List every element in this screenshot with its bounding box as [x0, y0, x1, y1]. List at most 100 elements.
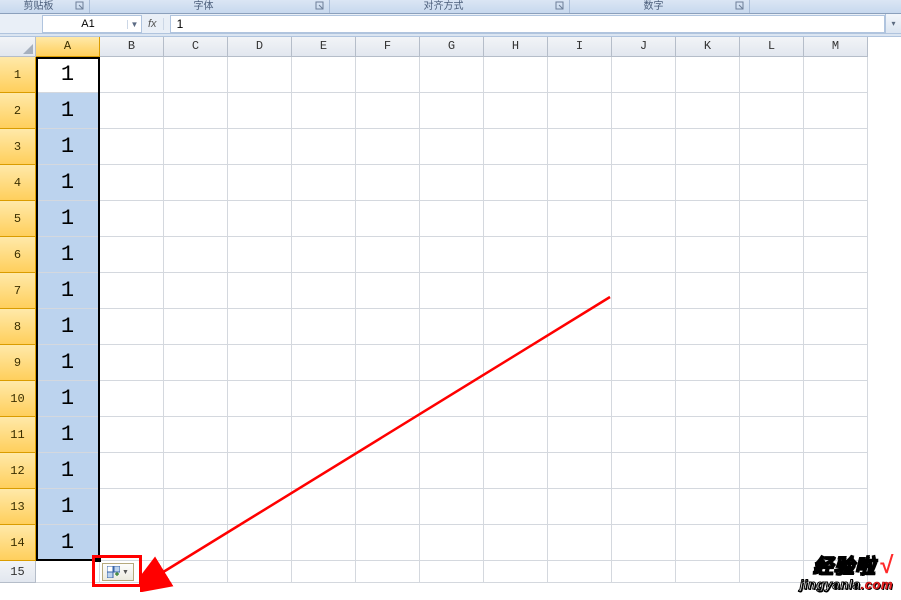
cell-A11[interactable]: 1	[36, 417, 100, 453]
cell[interactable]	[548, 345, 612, 381]
cell[interactable]	[356, 201, 420, 237]
cell[interactable]	[292, 561, 356, 583]
cell-A5[interactable]: 1	[36, 201, 100, 237]
cell[interactable]	[804, 561, 868, 583]
cell[interactable]	[292, 309, 356, 345]
cell[interactable]	[740, 129, 804, 165]
row-header[interactable]: 1	[0, 57, 36, 93]
cell[interactable]	[484, 417, 548, 453]
cell[interactable]	[228, 345, 292, 381]
cell[interactable]	[356, 345, 420, 381]
row-header[interactable]: 5	[0, 201, 36, 237]
cell-A13[interactable]: 1	[36, 489, 100, 525]
cells-area[interactable]: 1 1 1 1 1 1 1 1	[36, 57, 901, 600]
cell[interactable]	[356, 417, 420, 453]
cell[interactable]	[164, 273, 228, 309]
cell[interactable]	[292, 237, 356, 273]
cell[interactable]	[164, 93, 228, 129]
cell[interactable]	[484, 93, 548, 129]
cell[interactable]	[356, 381, 420, 417]
cell-A9[interactable]: 1	[36, 345, 100, 381]
cell[interactable]	[228, 165, 292, 201]
cell[interactable]	[420, 561, 484, 583]
cell[interactable]	[804, 237, 868, 273]
cell[interactable]	[356, 165, 420, 201]
cell[interactable]	[548, 201, 612, 237]
cell[interactable]	[228, 57, 292, 93]
cell[interactable]	[804, 489, 868, 525]
cell[interactable]	[612, 273, 676, 309]
cell[interactable]	[676, 57, 740, 93]
cell[interactable]	[612, 93, 676, 129]
cell[interactable]	[484, 57, 548, 93]
cell[interactable]	[548, 489, 612, 525]
cell[interactable]	[100, 165, 164, 201]
cell[interactable]	[420, 453, 484, 489]
cell[interactable]	[740, 525, 804, 561]
cell[interactable]	[164, 525, 228, 561]
cell[interactable]	[740, 237, 804, 273]
cell[interactable]	[164, 561, 228, 583]
row-header[interactable]: 15	[0, 561, 36, 583]
cell[interactable]	[548, 57, 612, 93]
column-header-G[interactable]: G	[420, 37, 484, 57]
select-all-corner[interactable]	[0, 37, 36, 57]
cell[interactable]	[804, 309, 868, 345]
cell[interactable]	[676, 525, 740, 561]
cell-A7[interactable]: 1	[36, 273, 100, 309]
column-header-I[interactable]: I	[548, 37, 612, 57]
fx-icon[interactable]: fx	[148, 18, 164, 30]
cell[interactable]	[484, 489, 548, 525]
cell[interactable]	[420, 381, 484, 417]
cell[interactable]	[612, 129, 676, 165]
cell-A12[interactable]: 1	[36, 453, 100, 489]
cell[interactable]	[228, 93, 292, 129]
cell[interactable]	[484, 129, 548, 165]
cell[interactable]	[356, 309, 420, 345]
name-box[interactable]: A1 ▼	[42, 15, 142, 33]
cell[interactable]	[612, 561, 676, 583]
cell-A1[interactable]: 1	[36, 57, 100, 93]
cell[interactable]	[484, 381, 548, 417]
column-header-L[interactable]: L	[740, 37, 804, 57]
cell[interactable]	[356, 525, 420, 561]
cell[interactable]	[548, 237, 612, 273]
cell[interactable]	[100, 345, 164, 381]
cell[interactable]	[420, 489, 484, 525]
cell[interactable]	[676, 381, 740, 417]
cell[interactable]	[228, 417, 292, 453]
worksheet-grid[interactable]: A B C D E F G H I J K L M 1 2 3 4 5 6 7 …	[0, 37, 901, 600]
cell[interactable]	[548, 561, 612, 583]
cell[interactable]	[228, 129, 292, 165]
cell[interactable]	[420, 201, 484, 237]
cell[interactable]	[548, 93, 612, 129]
cell[interactable]	[292, 57, 356, 93]
cell[interactable]	[804, 93, 868, 129]
cell[interactable]	[100, 93, 164, 129]
cell[interactable]	[804, 165, 868, 201]
cell[interactable]	[612, 345, 676, 381]
cell[interactable]	[676, 417, 740, 453]
cell[interactable]	[804, 345, 868, 381]
cell[interactable]	[740, 561, 804, 583]
cell[interactable]	[740, 381, 804, 417]
column-header-J[interactable]: J	[612, 37, 676, 57]
cell[interactable]	[292, 165, 356, 201]
cell[interactable]	[484, 201, 548, 237]
cell[interactable]	[292, 417, 356, 453]
row-header[interactable]: 14	[0, 525, 36, 561]
column-header-K[interactable]: K	[676, 37, 740, 57]
cell[interactable]	[100, 273, 164, 309]
cell[interactable]	[484, 273, 548, 309]
cell[interactable]	[356, 237, 420, 273]
cell-A14[interactable]: 1	[36, 525, 100, 561]
cell[interactable]	[164, 57, 228, 93]
column-header-C[interactable]: C	[164, 37, 228, 57]
cell[interactable]	[676, 309, 740, 345]
cell[interactable]	[292, 453, 356, 489]
cell[interactable]	[740, 417, 804, 453]
cell[interactable]	[100, 57, 164, 93]
cell-A3[interactable]: 1	[36, 129, 100, 165]
cell[interactable]	[420, 165, 484, 201]
cell[interactable]	[612, 201, 676, 237]
